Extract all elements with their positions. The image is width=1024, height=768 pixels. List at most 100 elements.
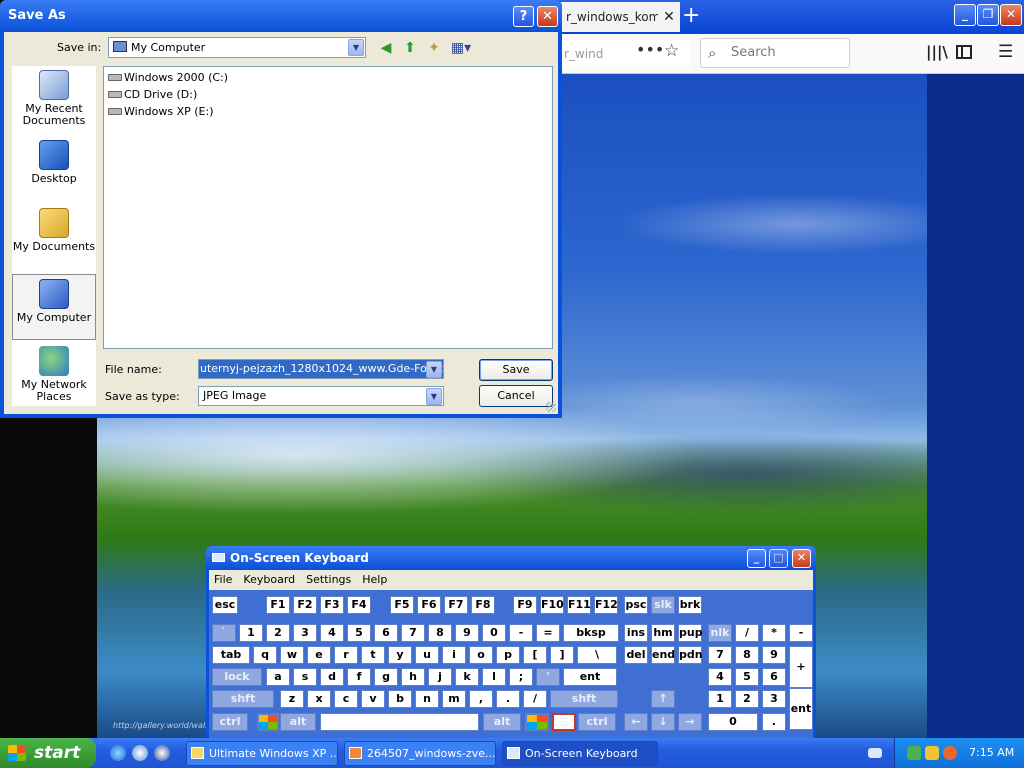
key-home-2[interactable]: s: [293, 668, 317, 686]
key-top-16[interactable]: pdn: [678, 646, 703, 664]
key-top-5[interactable]: t: [361, 646, 385, 664]
key-top-8[interactable]: i: [442, 646, 466, 664]
key-fn-0[interactable]: esc: [212, 596, 238, 614]
key-top-3[interactable]: e: [307, 646, 331, 664]
key-home-5[interactable]: g: [374, 668, 398, 686]
dropdown-arrow-icon[interactable]: ▼: [426, 388, 442, 405]
key-num-17[interactable]: nlk: [708, 624, 732, 642]
key-bottom-1[interactable]: z: [280, 690, 304, 708]
dropdown-arrow-icon[interactable]: ▼: [348, 39, 364, 56]
save-in-dropdown[interactable]: My Computer ▼: [108, 37, 366, 58]
key-fn-1[interactable]: F1: [266, 596, 290, 614]
windows-key-left-icon[interactable]: [257, 713, 279, 731]
media-player-icon[interactable]: [154, 745, 170, 761]
key-bottom-7[interactable]: m: [442, 690, 466, 708]
save-button[interactable]: Save: [479, 359, 553, 381]
restore-button[interactable]: ❐: [977, 4, 999, 26]
key-top-11[interactable]: [: [523, 646, 547, 664]
cancel-button[interactable]: Cancel: [479, 385, 553, 407]
spacebar[interactable]: [320, 713, 479, 731]
minimize-button[interactable]: _: [747, 549, 766, 568]
close-window-button[interactable]: ✕: [1000, 4, 1022, 26]
key-num-3[interactable]: 3: [293, 624, 317, 642]
key-top-6[interactable]: y: [388, 646, 412, 664]
key-bottom-10[interactable]: /: [523, 690, 547, 708]
key-top-0[interactable]: tab: [212, 646, 250, 664]
key-fn-2[interactable]: F2: [293, 596, 317, 614]
key-fn-9[interactable]: F9: [513, 596, 537, 614]
place-my-computer[interactable]: My Computer: [12, 274, 96, 340]
task-explorer[interactable]: Ultimate Windows XP ...: [186, 741, 338, 766]
key-num-10[interactable]: 0: [482, 624, 506, 642]
key-num-13[interactable]: bksp: [563, 624, 619, 642]
key-top-1[interactable]: q: [253, 646, 277, 664]
key-num-20[interactable]: -: [789, 624, 813, 642]
key-space-3[interactable]: ctrl: [578, 713, 616, 731]
key-space-0[interactable]: ctrl: [212, 713, 248, 731]
place-network[interactable]: My Network Places: [12, 342, 96, 408]
key-num-15[interactable]: hm: [651, 624, 675, 642]
resize-grip[interactable]: [546, 402, 556, 412]
save-as-type-dropdown[interactable]: JPEG Image ▼: [198, 386, 444, 406]
key-num-7[interactable]: 7: [401, 624, 425, 642]
key-space-6[interactable]: →: [678, 713, 702, 731]
key-fn-15[interactable]: brk: [678, 596, 702, 614]
key-space-7[interactable]: 0: [708, 713, 758, 731]
place-desktop[interactable]: Desktop: [12, 136, 96, 202]
close-window-button[interactable]: ✕: [792, 549, 811, 568]
key-top-14[interactable]: del: [624, 646, 648, 664]
key-top-10[interactable]: p: [496, 646, 520, 664]
key-num-12[interactable]: =: [536, 624, 560, 642]
menu-settings[interactable]: Settings: [306, 573, 351, 586]
key-fn-13[interactable]: psc: [624, 596, 648, 614]
new-tab-button[interactable]: +: [682, 4, 700, 28]
key-home-14[interactable]: 5: [735, 668, 759, 686]
key-bottom-13[interactable]: 1: [708, 690, 732, 708]
view-menu-icon[interactable]: ▦▾: [448, 39, 474, 57]
key-top-15[interactable]: end: [651, 646, 675, 664]
key-num-1[interactable]: 1: [239, 624, 263, 642]
key-home-11[interactable]: ': [536, 668, 560, 686]
key-num-8[interactable]: 8: [428, 624, 452, 642]
search-box[interactable]: ⌕ Search: [700, 38, 850, 68]
dropdown-arrow-icon[interactable]: ▼: [426, 361, 442, 378]
list-item[interactable]: Windows 2000 (C:): [106, 69, 228, 86]
key-home-7[interactable]: j: [428, 668, 452, 686]
security-shield-icon[interactable]: [925, 746, 939, 760]
key-num-4[interactable]: 4: [320, 624, 344, 642]
key-fn-6[interactable]: F6: [417, 596, 441, 614]
dialog-close-button[interactable]: ✕: [537, 6, 558, 27]
key-home-8[interactable]: k: [455, 668, 479, 686]
key-top-17[interactable]: 7: [708, 646, 732, 664]
key-num-2[interactable]: 2: [266, 624, 290, 642]
key-space-4[interactable]: ←: [624, 713, 648, 731]
key-fn-10[interactable]: F10: [540, 596, 564, 614]
key-num-16[interactable]: pup: [678, 624, 703, 642]
key-bottom-11[interactable]: shft: [550, 690, 618, 708]
key-num-14[interactable]: ins: [624, 624, 648, 642]
sidebar-icon[interactable]: [956, 45, 972, 59]
key-bottom-9[interactable]: .: [496, 690, 520, 708]
key-num-11[interactable]: -: [509, 624, 533, 642]
key-top-9[interactable]: o: [469, 646, 493, 664]
key-fn-5[interactable]: F5: [390, 596, 414, 614]
close-tab-icon[interactable]: ✕: [658, 2, 680, 32]
minimize-button[interactable]: _: [954, 4, 976, 26]
key-space-1[interactable]: alt: [280, 713, 316, 731]
key-top-12[interactable]: ]: [550, 646, 574, 664]
key-bottom-14[interactable]: 2: [735, 690, 759, 708]
key-fn-8[interactable]: F8: [471, 596, 495, 614]
keyboard-tray-icon[interactable]: [868, 748, 882, 758]
key-space-2[interactable]: alt: [483, 713, 521, 731]
key-top-4[interactable]: r: [334, 646, 358, 664]
key-home-0[interactable]: lock: [212, 668, 262, 686]
key-fn-11[interactable]: F11: [567, 596, 591, 614]
key-bottom-12[interactable]: ↑: [651, 690, 675, 708]
key-fn-3[interactable]: F3: [320, 596, 344, 614]
file-name-field[interactable]: uternyj-pejzazh_1280x1024_www.Gde-Fon.co…: [198, 359, 444, 379]
network-icon[interactable]: [907, 746, 921, 760]
key-top-19[interactable]: 9: [762, 646, 786, 664]
key-bottom-6[interactable]: n: [415, 690, 439, 708]
key-num-5[interactable]: 5: [347, 624, 371, 642]
place-my-documents[interactable]: My Documents: [12, 204, 96, 270]
